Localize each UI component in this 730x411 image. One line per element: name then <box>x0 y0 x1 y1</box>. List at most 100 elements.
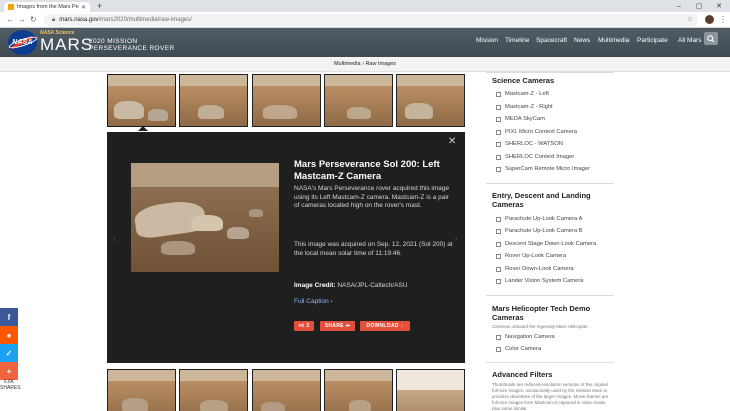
breadcrumb[interactable]: Multimedia › Raw Images <box>0 57 730 72</box>
image-acquisition-info: This image was acquired on Sep. 12, 2021… <box>294 241 453 257</box>
edl-cameras-heading: Entry, Descent and Landing Cameras <box>492 191 591 209</box>
sidebar-divider <box>486 362 614 363</box>
nav-spacecraft[interactable]: Spacecraft <box>536 37 567 44</box>
checkbox[interactable] <box>496 346 501 352</box>
url-bar[interactable]: 🔒︎ mars.nasa.gov/mars2020/multimedia/raw… <box>44 14 698 26</box>
url-path: /mars2020/multimedia/raw-images/ <box>98 17 192 23</box>
previous-arrow-icon[interactable]: ‹ <box>113 234 116 243</box>
checkbox[interactable] <box>496 104 501 110</box>
more-share-button[interactable]: + <box>0 362 18 380</box>
filter-sherloc-context[interactable]: SHERLOC Context Imager <box>496 154 574 160</box>
nav-participate[interactable]: Participate <box>637 37 668 44</box>
raw-image-thumbnail[interactable] <box>324 369 393 411</box>
reddit-icon: ● <box>6 330 12 340</box>
science-cameras-heading: Science Cameras <box>492 76 555 85</box>
share-count: 6.6K SHARES <box>0 379 21 391</box>
bookmark-star-icon[interactable]: ☆ <box>687 15 693 23</box>
filter-heli-navcam[interactable]: Navigation Camera <box>496 334 555 340</box>
reload-icon[interactable]: ↻ <box>30 15 37 25</box>
checkbox[interactable] <box>496 141 501 147</box>
checkbox[interactable] <box>496 166 501 172</box>
filter-parachute-a[interactable]: Parachute Up-Look Camera A <box>496 216 582 222</box>
filter-rover-down-look[interactable]: Rover Down-Look Camera <box>496 266 574 272</box>
filter-rover-up-look[interactable]: Rover Up-Look Camera <box>496 253 566 259</box>
full-caption-link[interactable]: Full Caption › <box>294 298 333 305</box>
filter-sherloc-watson[interactable]: SHERLOC - WATSON <box>496 141 563 147</box>
filter-heli-color[interactable]: Color Camera <box>496 346 541 352</box>
filter-parachute-b[interactable]: Parachute Up-Look Camera B <box>496 228 583 234</box>
image-description: NASA's Mars Perseverance rover acquired … <box>294 185 450 209</box>
raw-image-thumbnail[interactable] <box>252 369 321 411</box>
address-toolbar: ← → ↻ 🔒︎ mars.nasa.gov/mars2020/multimed… <box>0 12 730 28</box>
raw-image-thumbnail[interactable] <box>107 369 176 411</box>
checkbox[interactable] <box>496 228 501 234</box>
share-count-label: SHARES <box>0 385 21 391</box>
raw-image-thumbnail[interactable] <box>396 369 465 411</box>
close-tab-icon[interactable]: ✕ <box>81 4 86 11</box>
site-header: NASA NASA Science MARS 2020 MISSION PERS… <box>0 28 730 57</box>
facebook-share-button[interactable]: f <box>0 308 18 326</box>
raw-image-thumbnail[interactable] <box>179 74 248 127</box>
download-icon: ↓ <box>400 323 404 329</box>
checkbox[interactable] <box>496 266 501 272</box>
minimize-icon[interactable]: – <box>670 0 688 12</box>
raw-image-thumbnail[interactable] <box>324 74 393 127</box>
filter-pixl-mcc[interactable]: PIXL Micro Context Camera <box>496 129 577 135</box>
checkbox[interactable] <box>496 91 501 97</box>
back-icon[interactable]: ← <box>6 15 14 25</box>
facebook-icon: f <box>7 312 11 322</box>
nav-mission[interactable]: Mission <box>476 37 498 44</box>
selection-pointer <box>138 126 148 131</box>
raw-image-thumbnail[interactable] <box>107 74 176 127</box>
filter-lander-vision[interactable]: Lander Vision System Camera <box>496 278 584 284</box>
checkbox[interactable] <box>496 129 501 135</box>
web-page: NASA NASA Science MARS 2020 MISSION PERS… <box>0 28 730 411</box>
featured-image[interactable] <box>131 163 279 272</box>
filter-descent-stage[interactable]: Descent Stage Down-Look Camera <box>496 241 596 247</box>
share-button[interactable]: SHARE ➦ <box>320 321 355 331</box>
checkbox[interactable] <box>496 154 501 160</box>
filter-mastcam-z-left[interactable]: Mastcam-Z - Left <box>496 91 549 97</box>
checkbox[interactable] <box>496 253 501 259</box>
filter-mastcam-z-right[interactable]: Mastcam-Z - Right <box>496 104 553 110</box>
forward-icon[interactable]: → <box>18 15 26 25</box>
checkbox[interactable] <box>496 334 501 340</box>
close-window-icon[interactable]: ✕ <box>710 0 728 12</box>
nav-timeline[interactable]: Timeline <box>505 37 529 44</box>
next-arrow-icon[interactable]: › <box>455 234 458 243</box>
download-button[interactable]: DOWNLOAD ↓ <box>360 321 410 331</box>
advanced-filters-note: Thumbnails are reduced-resolution versio… <box>492 382 609 410</box>
filter-meda-skycam[interactable]: MEDA SkyCam <box>496 116 545 122</box>
browser-menu-icon[interactable]: ⋮ <box>719 15 727 24</box>
sidebar-divider <box>486 72 614 73</box>
nav-all-mars[interactable]: All Mars <box>678 37 701 44</box>
raw-image-thumbnail[interactable] <box>179 369 248 411</box>
raw-image-thumbnail[interactable] <box>252 74 321 127</box>
checkbox[interactable] <box>496 278 501 284</box>
maximize-icon[interactable]: ▢ <box>690 0 708 12</box>
mars-wordmark[interactable]: MARS <box>40 36 93 53</box>
raw-image-thumbnail[interactable] <box>396 74 465 127</box>
checkbox[interactable] <box>496 116 501 122</box>
filter-supercam-rmi[interactable]: SuperCam Remote Micro Imager <box>496 166 590 172</box>
nav-news[interactable]: News <box>574 37 590 44</box>
new-tab-icon[interactable]: + <box>97 2 102 11</box>
search-button[interactable] <box>704 32 718 45</box>
plus-icon: + <box>6 366 12 376</box>
tab-title: Images from the Mars Perseverance <box>17 4 79 10</box>
search-icon <box>707 34 715 43</box>
twitter-icon: ✓ <box>5 348 13 358</box>
mission-label: 2020 MISSION <box>89 38 138 45</box>
nasa-logo[interactable]: NASA <box>7 30 38 55</box>
close-icon[interactable]: ✕ <box>448 137 456 147</box>
browser-tab[interactable]: Images from the Mars Perseverance ✕ <box>4 2 90 12</box>
twitter-share-button[interactable]: ✓ <box>0 344 18 362</box>
checkbox[interactable] <box>496 216 501 222</box>
reddit-share-button[interactable]: ● <box>0 326 18 344</box>
like-button[interactable]: 👍︎ 3 <box>294 321 314 331</box>
nav-multimedia[interactable]: Multimedia <box>598 37 629 44</box>
profile-avatar[interactable] <box>705 15 714 24</box>
image-detail-panel: ✕ ‹ › Mars Perseverance Sol 200: Left Ma… <box>107 132 465 363</box>
helicopter-cameras-heading: Mars Helicopter Tech Demo Cameras <box>492 304 591 322</box>
checkbox[interactable] <box>496 241 501 247</box>
